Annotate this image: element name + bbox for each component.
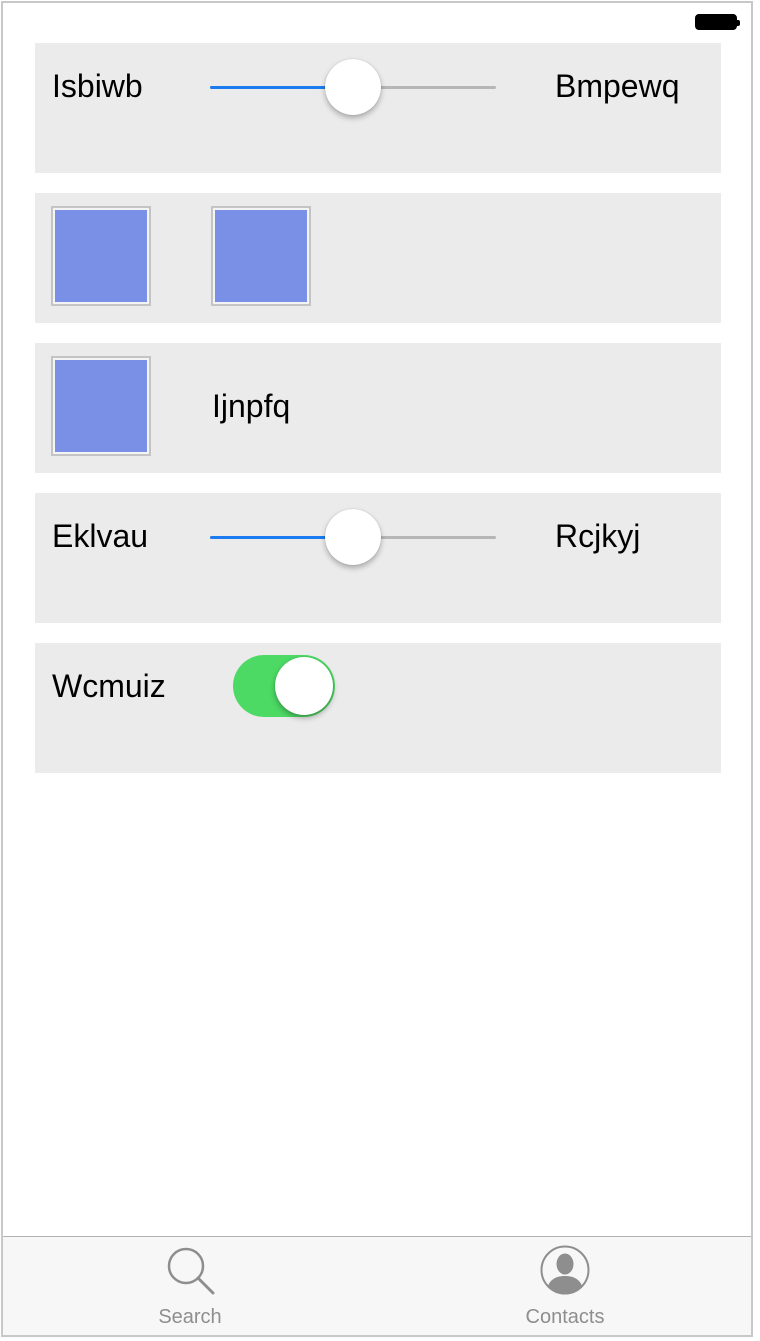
slider-1-right-label: Bmpewq xyxy=(555,68,680,104)
tab-contacts-label: Contacts xyxy=(525,1306,605,1328)
slider-1-thumb[interactable] xyxy=(325,59,381,115)
switch-label: Wcmuiz xyxy=(52,668,166,704)
image-swatch-2-fill xyxy=(215,210,307,302)
image-label-row: Ijnpfq xyxy=(35,343,721,473)
tab-search-label: Search xyxy=(158,1306,222,1328)
tab-contacts[interactable]: Contacts xyxy=(465,1237,665,1335)
slider-2-left-label: Eklvau xyxy=(52,518,149,554)
image-swatch-3-fill xyxy=(55,360,147,452)
slider-1[interactable] xyxy=(210,57,496,117)
image-row-label: Ijnpfq xyxy=(212,388,291,424)
image-swatch-2[interactable] xyxy=(211,206,311,306)
image-swatch-1-fill xyxy=(55,210,147,302)
image-pair-row xyxy=(35,193,721,323)
phone-screen: Isbiwb Bmpewq Ijnpfq Eklvau Rcjkyj Wcmui… xyxy=(1,1,753,1337)
contacts-icon xyxy=(540,1245,590,1295)
search-icon xyxy=(167,1247,215,1295)
tab-bar: Search Contacts xyxy=(3,1236,751,1335)
status-bar xyxy=(3,3,751,43)
toggle-switch[interactable] xyxy=(233,655,335,717)
image-swatch-1[interactable] xyxy=(51,206,151,306)
slider-2[interactable] xyxy=(210,507,496,567)
slider-2-right-label: Rcjkyj xyxy=(555,518,641,554)
switch-row: Wcmuiz xyxy=(35,643,721,773)
slider-row-2: Eklvau Rcjkyj xyxy=(35,493,721,623)
image-swatch-3[interactable] xyxy=(51,356,151,456)
slider-row-1: Isbiwb Bmpewq xyxy=(35,43,721,173)
slider-1-left-label: Isbiwb xyxy=(52,68,143,104)
tab-search[interactable]: Search xyxy=(90,1237,290,1335)
slider-2-thumb[interactable] xyxy=(325,509,381,565)
battery-icon xyxy=(695,14,740,30)
toggle-knob xyxy=(275,657,333,715)
